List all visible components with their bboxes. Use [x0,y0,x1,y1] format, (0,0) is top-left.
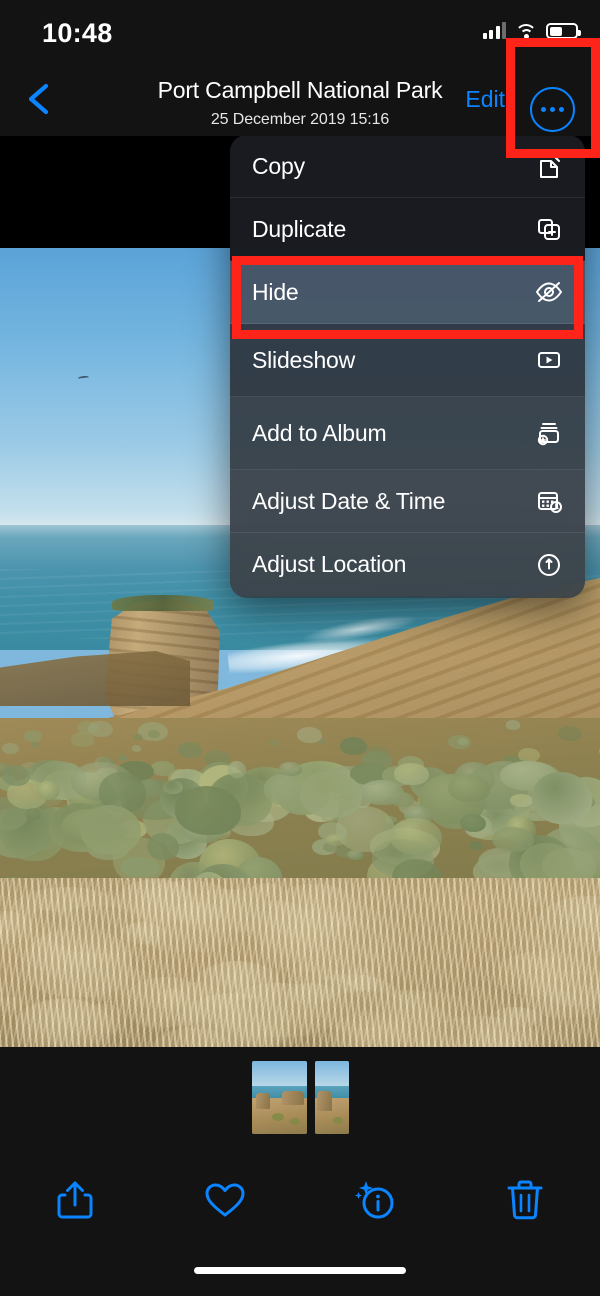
battery-icon [546,23,581,39]
menu-item-copy-label: Copy [252,152,305,179]
share-icon [57,1181,93,1219]
menu-item-duplicate-label: Duplicate [252,215,347,242]
menu-item-adjust-date-time[interactable]: Adjust Date & Time [230,470,585,533]
navigation-bar: Port Campbell National Park 25 December … [0,62,600,136]
info-button[interactable] [300,1162,450,1238]
status-bar: 10:48 [0,0,600,62]
menu-item-adjust-date-time-label: Adjust Date & Time [252,487,446,514]
favorite-button[interactable] [150,1162,300,1238]
trash-icon [507,1180,543,1220]
cliff-shadow [0,651,190,706]
action-toolbar [0,1162,600,1238]
location-pin-icon [533,549,565,581]
status-time: 10:48 [42,18,113,48]
delete-button[interactable] [450,1162,600,1238]
share-button[interactable] [0,1162,150,1238]
chevron-left-icon [28,83,49,115]
bottom-bar [0,1047,600,1296]
eye-slash-icon [533,276,565,308]
page-title: Port Campbell National Park [157,77,443,103]
page-subtitle: 25 December 2019 15:16 [210,111,390,128]
menu-item-hide[interactable]: Hide [230,261,585,324]
sea-stack-vegetation [112,595,214,611]
dry-grass-foreground [0,878,600,1047]
menu-item-add-to-album-label: Add to Album [252,419,387,446]
add-to-album-icon [533,417,565,449]
heart-icon [205,1183,245,1217]
back-button[interactable] [16,76,62,122]
wifi-icon [515,22,537,39]
title-block: Port Campbell National Park 25 December … [0,62,600,128]
thumbnail-selected[interactable] [251,1061,307,1134]
thumbnail-next[interactable] [314,1061,349,1134]
home-indicator [194,1267,406,1274]
menu-item-copy[interactable]: Copy [230,135,585,198]
copy-icon [533,150,565,182]
menu-item-adjust-location[interactable]: Adjust Location [230,533,585,596]
menu-item-hide-label: Hide [252,278,299,305]
info-sparkle-icon [355,1181,394,1219]
context-menu[interactable]: Copy Duplicate Hide Slideshow Add to Alb… [230,135,585,598]
edit-button[interactable]: Edit [465,86,505,113]
duplicate-icon [533,213,565,245]
menu-item-adjust-location-label: Adjust Location [252,551,407,577]
calendar-clock-icon [533,485,565,517]
menu-item-slideshow[interactable]: Slideshow [230,324,585,397]
more-button[interactable] [525,82,580,137]
slideshow-play-icon [533,344,565,376]
menu-item-duplicate[interactable]: Duplicate [230,198,585,261]
menu-item-add-to-album[interactable]: Add to Album [230,397,585,470]
status-icons [482,22,581,39]
menu-item-slideshow-label: Slideshow [252,346,356,373]
photos-detail-screen: 10:48 Port Campbell National Park 25 Dec… [0,0,600,1296]
filmstrip[interactable] [0,1061,600,1134]
cellular-signal-icon [482,22,506,39]
ellipsis-circle-icon [530,87,575,132]
